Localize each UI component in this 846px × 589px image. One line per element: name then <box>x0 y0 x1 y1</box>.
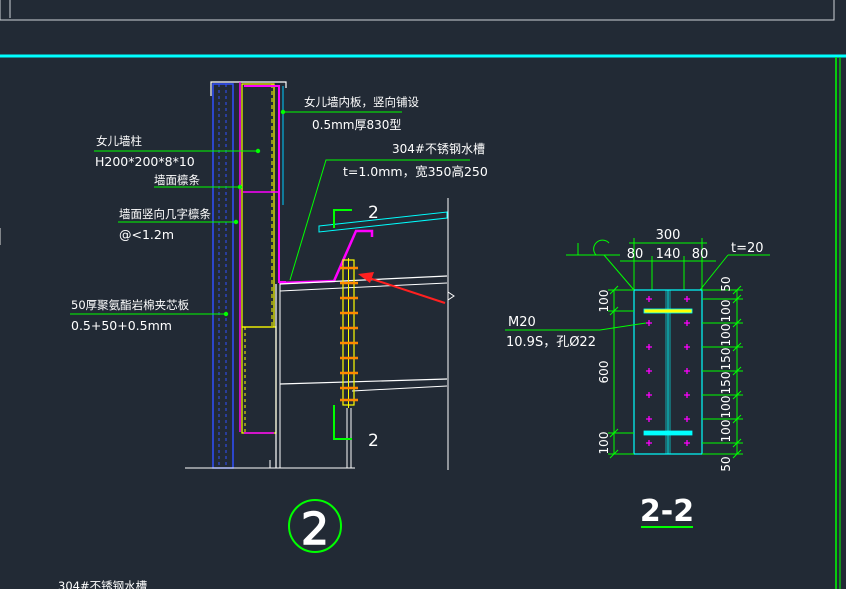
label-gutter-spec: t=1.0mm，宽350高250 <box>343 164 488 179</box>
label-sandwich-panel: 50厚聚氨酯岩棉夹芯板 <box>71 298 190 312</box>
dim-left-1: 100 <box>597 290 611 313</box>
section-mark-bottom: 2 <box>368 431 379 451</box>
label-parapet-lining-spec: 0.5mm厚830型 <box>312 118 401 132</box>
label-wall-purlin: 墙面檩条 <box>154 173 200 187</box>
label-sandwich-panel-spec: 0.5+50+0.5mm <box>71 318 172 333</box>
dim-right-4: 150 <box>719 348 733 371</box>
label-parapet-column: 女儿墙柱 <box>96 134 142 148</box>
main-column <box>185 284 355 469</box>
bottom-note: 304#不锈钢水槽 <box>58 579 148 589</box>
detail-2: 2 2 女儿墙内板，竖向铺设 0.5mm厚830型 304#不锈钢水槽 t=1.… <box>70 81 488 556</box>
dim-right-2: 100 <box>719 300 733 323</box>
dim-right-3: 100 <box>719 324 733 347</box>
label-wall-vertical-purlin: 墙面竖向几字檩条 <box>119 207 211 221</box>
section-cut-bottom: 2 <box>333 405 379 451</box>
parapet-column <box>241 83 277 434</box>
drawing-frame <box>0 0 846 589</box>
section-plate <box>633 289 703 455</box>
dim-top-total: 300 <box>656 228 681 243</box>
dim-top-2: 140 <box>656 247 681 262</box>
section-mark-top: 2 <box>368 203 379 223</box>
dim-right-5: 150 <box>719 372 733 395</box>
dim-right-6: 100 <box>719 396 733 419</box>
section-2-2: 300 80 140 80 t=20 M20 10.9S，孔Ø22 100 60… <box>505 228 770 529</box>
dim-right-1: 50 <box>719 276 733 291</box>
roof-beam <box>279 275 448 392</box>
plate-thickness: t=20 <box>731 241 764 256</box>
label-parapet-lining: 女儿墙内板，竖向铺设 <box>304 95 419 109</box>
bolt-spec: 10.9S，孔Ø22 <box>506 335 596 350</box>
weld-symbol <box>566 239 635 291</box>
dim-top-1: 80 <box>627 247 644 262</box>
label-gutter: 304#不锈钢水槽 <box>392 142 485 156</box>
left-dimensions <box>608 285 634 459</box>
dim-top-3: 80 <box>692 247 709 262</box>
section-cut-top: 2 <box>333 203 379 228</box>
section-title: 2-2 <box>640 494 694 529</box>
roof-panel <box>318 198 455 470</box>
detail-number: 2 <box>301 504 329 555</box>
gutter <box>278 229 374 285</box>
dim-right-7: 100 <box>719 420 733 443</box>
label-parapet-column-spec: H200*200*8*10 <box>95 154 195 169</box>
label-wall-vertical-purlin-spacing: @<1.2m <box>119 227 174 242</box>
dim-left-2: 600 <box>597 361 611 384</box>
dim-left-3: 100 <box>597 432 611 455</box>
end-plate <box>340 258 358 468</box>
parapet-lining <box>244 85 286 283</box>
detail-number-bubble: 2 <box>288 499 342 556</box>
dim-right-8: 50 <box>719 456 733 471</box>
sandwich-panel <box>212 83 234 469</box>
bolt-size: M20 <box>508 315 536 330</box>
top-dimensions <box>620 238 716 290</box>
cad-drawing-canvas[interactable]: 2 2 女儿墙内板，竖向铺设 0.5mm厚830型 304#不锈钢水槽 t=1.… <box>0 0 846 589</box>
thickness-leader <box>699 254 770 291</box>
